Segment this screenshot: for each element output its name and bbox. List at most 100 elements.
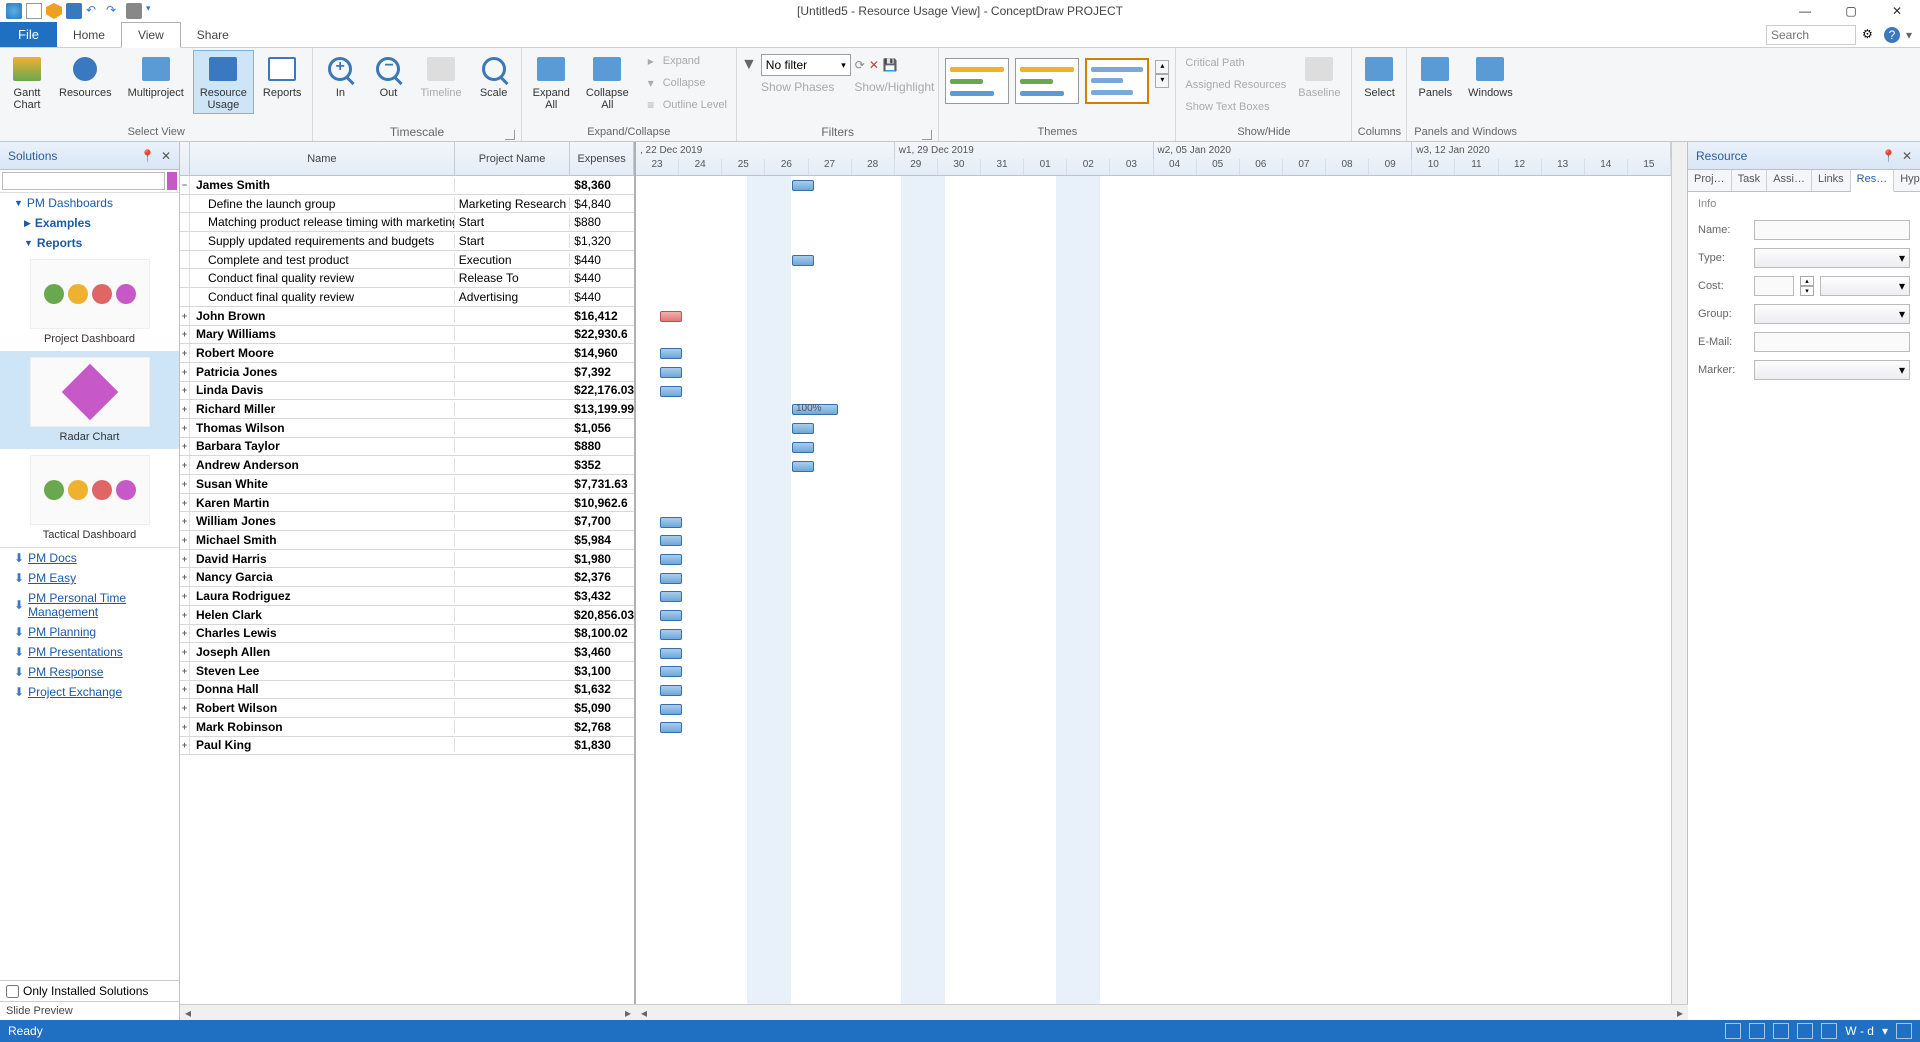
res-email-input[interactable] bbox=[1754, 332, 1910, 352]
tree-reports[interactable]: ▼Reports bbox=[0, 233, 179, 253]
cost-up[interactable]: ▴ bbox=[1800, 276, 1814, 286]
tree-pm-dashboards[interactable]: ▼PM Dashboards bbox=[0, 193, 179, 213]
gantt-bar[interactable] bbox=[660, 386, 682, 397]
gantt-bar[interactable] bbox=[792, 423, 814, 434]
grid-vscroll[interactable] bbox=[1671, 142, 1687, 1004]
grid-row[interactable]: +Susan White$7,731.63 bbox=[180, 475, 634, 494]
critical-path-button[interactable]: Critical Path bbox=[1180, 52, 1291, 74]
solution-link[interactable]: ⬇ Project Exchange bbox=[0, 682, 179, 702]
filter-clear-icon[interactable]: ✕ bbox=[869, 58, 879, 72]
gantt-bar[interactable] bbox=[660, 704, 682, 715]
gantt-bar[interactable] bbox=[660, 367, 682, 378]
grid-row[interactable]: Supply updated requirements and budgetsS… bbox=[180, 232, 634, 251]
solutions-search-input[interactable] bbox=[2, 172, 165, 190]
filters-launcher[interactable] bbox=[922, 130, 932, 140]
resource-tab[interactable]: Proj… bbox=[1688, 170, 1732, 191]
resources-button[interactable]: Resources bbox=[52, 50, 119, 102]
grid-row[interactable]: +Steven Lee$3,100 bbox=[180, 662, 634, 681]
grid-row[interactable]: +Robert Moore$14,960 bbox=[180, 344, 634, 363]
zoom-out-button[interactable]: Out bbox=[365, 50, 411, 102]
themes-down-icon[interactable]: ▾ bbox=[1155, 74, 1169, 88]
grid-row[interactable]: +Mary Williams$22,930.6 bbox=[180, 326, 634, 345]
multiproject-button[interactable]: Multiproject bbox=[121, 50, 191, 102]
show-highlight-button[interactable]: Show/Highlight bbox=[854, 80, 934, 94]
cost-down[interactable]: ▾ bbox=[1800, 286, 1814, 296]
gantt-bar[interactable] bbox=[792, 461, 814, 472]
collapse-all-button[interactable]: Collapse All bbox=[579, 50, 636, 114]
reports-button[interactable]: Reports bbox=[256, 50, 309, 102]
qa-save-icon[interactable] bbox=[66, 3, 82, 19]
windows-button[interactable]: Windows bbox=[1461, 50, 1520, 102]
gantt-bar[interactable] bbox=[660, 535, 682, 546]
minimize-button[interactable]: — bbox=[1782, 0, 1828, 22]
ribbon-collapse-icon[interactable]: ▾ bbox=[1906, 28, 1912, 42]
themes-up-icon[interactable]: ▴ bbox=[1155, 60, 1169, 74]
grid-row[interactable]: +Richard Miller$13,199.99 bbox=[180, 400, 634, 419]
zoom-in-button[interactable]: In bbox=[317, 50, 363, 102]
res-cost-input[interactable] bbox=[1754, 276, 1794, 296]
res-name-input[interactable] bbox=[1754, 220, 1910, 240]
resource-tab[interactable]: Task bbox=[1732, 170, 1768, 191]
gantt-hscroll[interactable]: ◂▸ bbox=[636, 1004, 1688, 1020]
res-marker-combo[interactable]: ▾ bbox=[1754, 360, 1910, 380]
gantt-bar[interactable] bbox=[660, 648, 682, 659]
gantt-bar[interactable] bbox=[660, 311, 682, 322]
tree-examples[interactable]: ▶Examples bbox=[0, 213, 179, 233]
grid-hscroll[interactable]: ◂▸ bbox=[180, 1004, 636, 1020]
resource-tab[interactable]: Res… bbox=[1851, 170, 1895, 192]
resource-close-icon[interactable]: ✕ bbox=[1902, 149, 1912, 163]
resource-tab[interactable]: Links bbox=[1812, 170, 1851, 191]
filter-combo[interactable]: No filter▾ bbox=[761, 54, 851, 76]
resource-tab[interactable]: Hyp… bbox=[1894, 170, 1920, 191]
status-icon-6[interactable] bbox=[1896, 1023, 1912, 1039]
theme-3[interactable] bbox=[1085, 58, 1149, 104]
outline-level-button[interactable]: ≡Outline Level bbox=[638, 94, 732, 116]
qa-new-icon[interactable] bbox=[26, 3, 42, 19]
res-group-combo[interactable]: ▾ bbox=[1754, 304, 1910, 324]
col-expenses[interactable]: Expenses bbox=[570, 142, 634, 175]
col-name[interactable]: Name bbox=[190, 142, 455, 175]
gantt-bar[interactable] bbox=[792, 180, 814, 191]
scale-button[interactable]: Scale bbox=[471, 50, 517, 102]
solution-link[interactable]: ⬇ PM Response bbox=[0, 662, 179, 682]
gantt-bar[interactable] bbox=[660, 610, 682, 621]
grid-row[interactable]: Conduct final quality reviewAdvertising$… bbox=[180, 288, 634, 307]
grid-row[interactable]: +Paul King$1,830 bbox=[180, 737, 634, 756]
only-installed-checkbox[interactable]: Only Installed Solutions bbox=[0, 980, 179, 1001]
grid-row[interactable]: +Charles Lewis$8,100.02 bbox=[180, 625, 634, 644]
expand-button[interactable]: ▸Expand bbox=[638, 50, 732, 72]
grid-row[interactable]: +Robert Wilson$5,090 bbox=[180, 699, 634, 718]
gantt-bar[interactable] bbox=[660, 722, 682, 733]
gantt-bar[interactable] bbox=[792, 255, 814, 266]
col-project[interactable]: Project Name bbox=[455, 142, 570, 175]
show-phases-button[interactable]: Show Phases bbox=[761, 80, 834, 94]
resource-usage-button[interactable]: Resource Usage bbox=[193, 50, 254, 114]
solution-thumb[interactable]: Radar Chart bbox=[0, 351, 179, 449]
grid-row[interactable]: +Joseph Allen$3,460 bbox=[180, 643, 634, 662]
qa-undo-icon[interactable]: ↶ bbox=[86, 3, 102, 19]
grid-row[interactable]: +Michael Smith$5,984 bbox=[180, 531, 634, 550]
collapse-button[interactable]: ▾Collapse bbox=[638, 72, 732, 94]
timescale-launcher[interactable] bbox=[505, 130, 515, 140]
grid-row[interactable]: +Donna Hall$1,632 bbox=[180, 681, 634, 700]
expand-all-button[interactable]: Expand All bbox=[526, 50, 577, 114]
grid-row[interactable]: Complete and test productExecution$440 bbox=[180, 251, 634, 270]
grid-row[interactable]: Conduct final quality reviewRelease To$4… bbox=[180, 269, 634, 288]
search-input[interactable] bbox=[1766, 25, 1856, 45]
tab-file[interactable]: File bbox=[0, 22, 57, 47]
tab-share[interactable]: Share bbox=[181, 22, 245, 47]
gantt-chart-button[interactable]: Gantt Chart bbox=[4, 50, 50, 114]
theme-1[interactable] bbox=[945, 58, 1009, 104]
gantt-bar[interactable] bbox=[660, 348, 682, 359]
solutions-pin-icon[interactable]: 📍 bbox=[140, 149, 155, 163]
qa-print-icon[interactable] bbox=[126, 3, 142, 19]
grid-row[interactable]: +John Brown$16,412 bbox=[180, 307, 634, 326]
grid-row[interactable]: +Patricia Jones$7,392 bbox=[180, 363, 634, 382]
res-cost-unit-combo[interactable]: ▾ bbox=[1820, 276, 1910, 296]
qa-dropdown-icon[interactable]: ▾ bbox=[146, 3, 162, 19]
resource-pin-icon[interactable]: 📍 bbox=[1881, 149, 1896, 163]
status-icon-4[interactable] bbox=[1797, 1023, 1813, 1039]
status-icon-2[interactable] bbox=[1749, 1023, 1765, 1039]
gantt-bar[interactable] bbox=[660, 573, 682, 584]
grid-row[interactable]: +Karen Martin$10,962.6 bbox=[180, 494, 634, 513]
